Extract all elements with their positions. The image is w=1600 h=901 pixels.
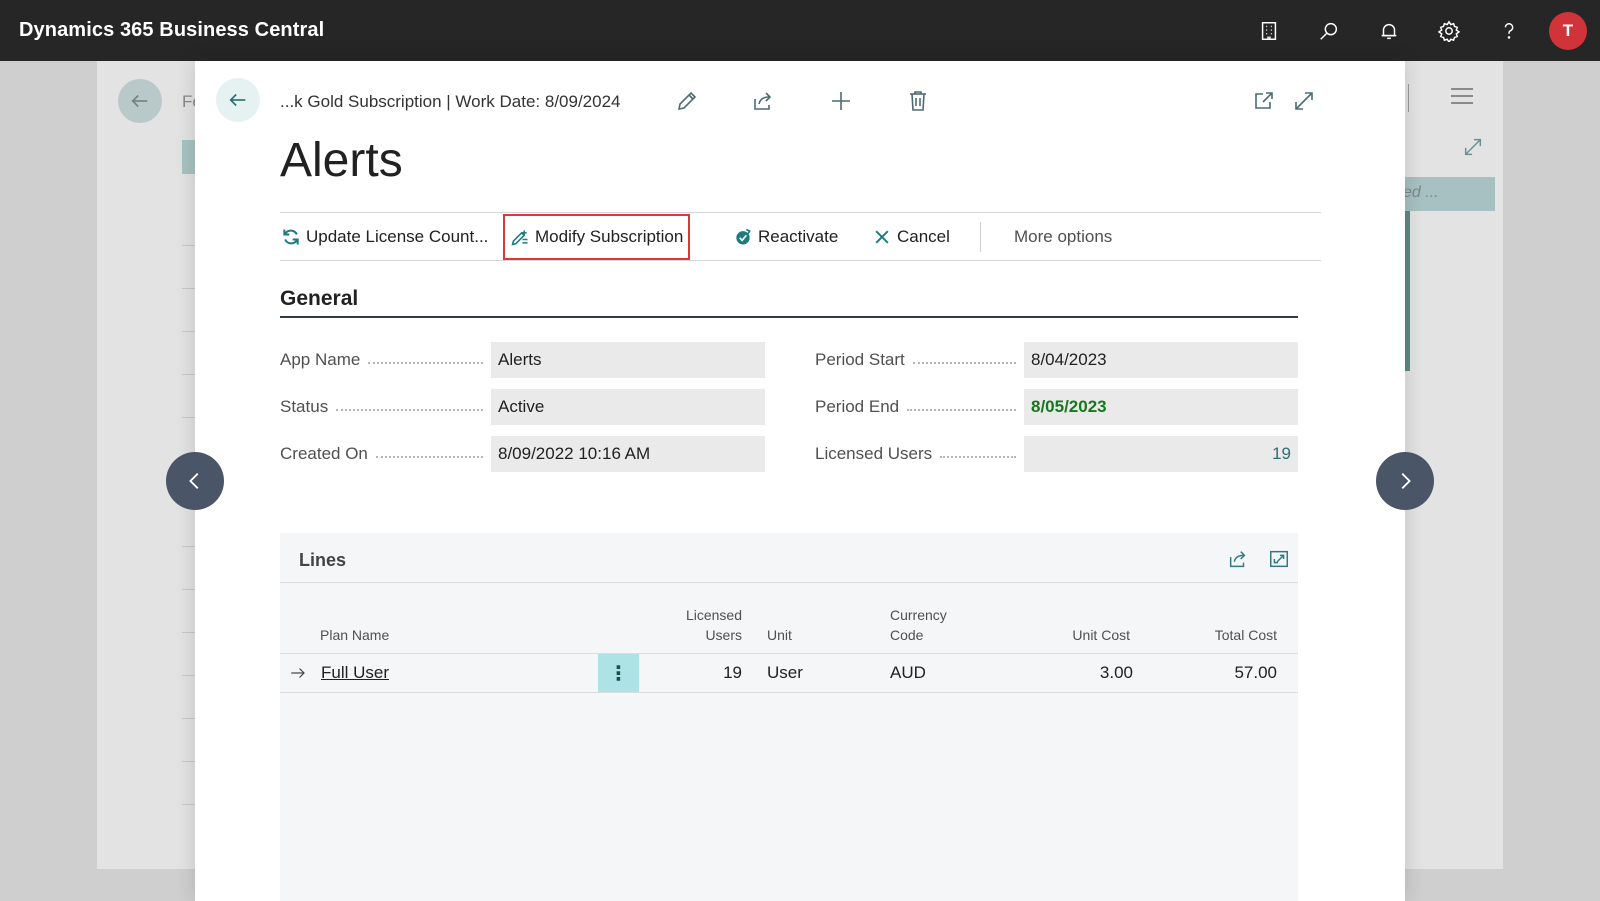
bell-icon[interactable]	[1359, 0, 1419, 61]
reactivate-icon	[736, 228, 751, 244]
gear-icon[interactable]	[1419, 0, 1479, 61]
lines-title[interactable]: Lines	[299, 550, 346, 571]
licensed-users-label: Licensed Users	[815, 444, 933, 463]
previous-record-button[interactable]	[166, 452, 224, 510]
period-end-field: Period End 8/05/2023	[815, 389, 1298, 425]
company-icon[interactable]	[1239, 0, 1299, 61]
column-header-total-cost[interactable]: Total Cost	[1160, 625, 1277, 645]
app-name-label: App Name	[280, 350, 361, 369]
back-button[interactable]	[216, 78, 260, 122]
unit-cost-cell[interactable]: 3.00	[1030, 654, 1133, 692]
created-on-field: Created On 8/09/2022 10:16 AM	[280, 436, 765, 472]
created-on-value[interactable]: 8/09/2022 10:16 AM	[491, 436, 765, 472]
app-name-field: App Name Alerts	[280, 342, 765, 378]
background-menu-icon	[1451, 88, 1473, 104]
expand-part-icon[interactable]	[1268, 548, 1290, 570]
share-icon[interactable]	[1227, 548, 1249, 570]
page-title: Alerts	[280, 134, 403, 187]
cancel-button[interactable]: Cancel	[872, 213, 950, 260]
delete-icon[interactable]	[906, 89, 930, 113]
lines-header: Lines	[280, 533, 1298, 583]
help-icon[interactable]	[1479, 0, 1539, 61]
plan-name-link[interactable]: Full User	[321, 663, 389, 683]
share-icon[interactable]	[751, 89, 775, 113]
period-start-field: Period Start 8/04/2023	[815, 342, 1298, 378]
edit-list-icon	[511, 230, 528, 246]
period-start-value[interactable]: 8/04/2023	[1024, 342, 1298, 378]
background-filter-tab: ed ...	[1395, 177, 1495, 211]
row-selected-arrow-icon	[289, 654, 307, 692]
column-header-unit[interactable]: Unit	[767, 625, 792, 645]
next-record-button[interactable]	[1376, 452, 1434, 510]
avatar[interactable]: T	[1549, 11, 1587, 50]
breadcrumb: ...k Gold Subscription | Work Date: 8/09…	[280, 92, 621, 111]
period-end-label: Period End	[815, 397, 900, 416]
refresh-icon	[283, 229, 299, 244]
reactivate-button[interactable]: Reactivate	[733, 213, 838, 260]
background-list	[182, 245, 196, 847]
background-tab	[182, 140, 196, 174]
reactivate-label: Reactivate	[758, 226, 839, 246]
currency-code-cell[interactable]: AUD	[890, 654, 926, 692]
more-options-button[interactable]: More options	[1014, 213, 1112, 260]
table-row[interactable]: Full User ⋮ 19 User AUD 3.00 57.00	[280, 654, 1298, 692]
edit-icon[interactable]	[675, 89, 699, 113]
status-label: Status	[280, 397, 329, 416]
period-end-value[interactable]: 8/05/2023	[1024, 389, 1298, 425]
licensed-users-field: Licensed Users 19	[815, 436, 1298, 472]
general-section-title[interactable]: General	[280, 287, 358, 311]
update-license-count-label: Update License Count...	[306, 226, 489, 246]
row-actions-menu-button[interactable]: ⋮	[598, 654, 639, 692]
column-header-plan-name[interactable]: Plan Name	[320, 625, 389, 645]
update-license-count-button[interactable]: Update License Count...	[281, 213, 488, 260]
app-bar: Dynamics 365 Business Central T	[0, 0, 1600, 61]
total-cost-cell[interactable]: 57.00	[1160, 654, 1277, 692]
add-icon[interactable]	[829, 89, 853, 113]
modify-subscription-label: Modify Subscription	[535, 227, 684, 246]
cancel-label: Cancel	[897, 226, 950, 246]
status-field: Status Active	[280, 389, 765, 425]
app-title[interactable]: Dynamics 365 Business Central	[19, 19, 324, 42]
period-start-label: Period Start	[815, 350, 905, 369]
close-icon	[875, 229, 889, 244]
general-section-divider	[280, 316, 1298, 318]
unit-cell[interactable]: User	[767, 654, 803, 692]
licensed-users-value[interactable]: 19	[1024, 436, 1298, 472]
column-header-unit-cost[interactable]: Unit Cost	[1030, 625, 1130, 645]
lines-part: Lines Plan Name Licensed Users Unit Curr…	[280, 533, 1298, 901]
created-on-label: Created On	[280, 444, 368, 463]
action-separator	[980, 222, 981, 252]
action-bar: Update License Count... Modify Subscript…	[280, 212, 1321, 261]
column-header-currency-code[interactable]: Currency Code	[890, 605, 947, 645]
expand-icon[interactable]	[1292, 89, 1316, 113]
background-expand-icon	[1462, 136, 1484, 158]
modify-subscription-button[interactable]: Modify Subscription	[502, 214, 691, 260]
status-value[interactable]: Active	[491, 389, 765, 425]
background-back-icon	[118, 79, 162, 123]
background-divider	[1408, 84, 1409, 112]
search-icon[interactable]	[1299, 0, 1359, 61]
open-new-window-icon[interactable]	[1252, 89, 1276, 113]
column-header-licensed-users[interactable]: Licensed Users	[660, 605, 742, 645]
licensed-users-cell[interactable]: 19	[660, 654, 742, 692]
app-name-value[interactable]: Alerts	[491, 342, 765, 378]
plan-name-cell[interactable]: Full User	[321, 654, 389, 692]
